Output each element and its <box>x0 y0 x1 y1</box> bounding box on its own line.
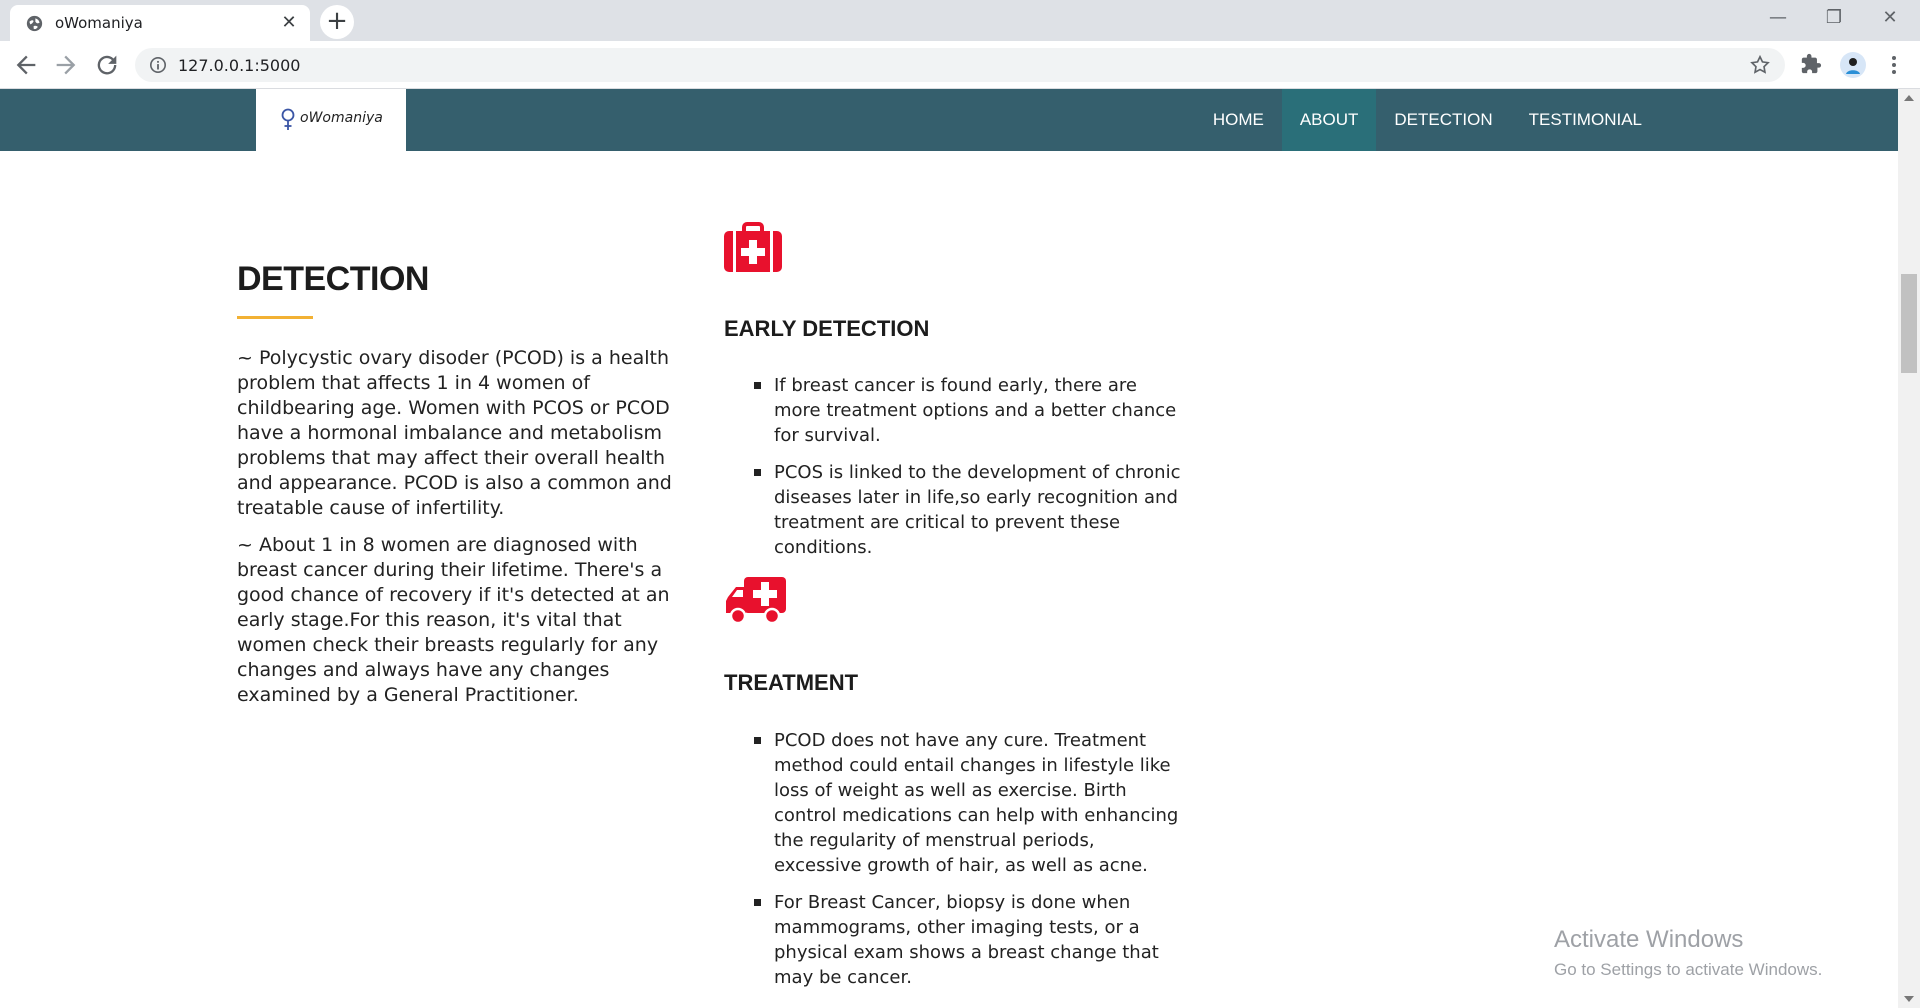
window-close-button[interactable]: ✕ <box>1862 4 1918 32</box>
tab-title: oWomaniya <box>55 14 143 32</box>
new-tab-button[interactable]: + <box>320 5 354 39</box>
scroll-up-arrow-icon[interactable] <box>1904 95 1914 101</box>
pcod-paragraph: ~ Polycystic ovary disoder (PCOD) is a h… <box>237 347 672 519</box>
main-menu: HOME ABOUT DETECTION TESTIMONIAL <box>1195 89 1660 151</box>
site-navbar: oWomaniya HOME ABOUT DETECTION TESTIMONI… <box>0 89 1898 151</box>
list-item: PCOD does not have any cure. Treatment m… <box>754 728 1184 878</box>
heading-underline <box>237 316 313 319</box>
breast-cancer-paragraph: ~ About 1 in 8 women are diagnosed with … <box>237 534 670 706</box>
nav-home[interactable]: HOME <box>1195 89 1282 151</box>
person-icon <box>1846 58 1860 74</box>
activate-windows-subtitle: Go to Settings to activate Windows. <box>1554 960 1823 979</box>
profile-avatar-icon[interactable] <box>1840 52 1866 78</box>
early-detection-list: If breast cancer is found early, there a… <box>754 373 1184 572</box>
scrollbar-thumb[interactable] <box>1901 274 1917 373</box>
ambulance-icon <box>726 577 786 625</box>
window-minimize-button[interactable]: — <box>1750 4 1806 32</box>
treatment-list: PCOD does not have any cure. Treatment m… <box>754 728 1184 1002</box>
info-icon[interactable] <box>149 56 167 74</box>
site-logo[interactable]: oWomaniya <box>256 89 406 151</box>
list-item: For Breast Cancer, biopsy is done when m… <box>754 890 1184 990</box>
nav-testimonial[interactable]: TESTIMONIAL <box>1511 89 1660 151</box>
window-restore-button[interactable]: ❐ <box>1806 4 1862 32</box>
tab-close-icon[interactable]: ✕ <box>278 12 300 34</box>
browser-tab[interactable]: oWomaniya ✕ <box>10 5 310 41</box>
scroll-down-arrow-icon[interactable] <box>1904 996 1914 1002</box>
logo-text: oWomaniya <box>300 110 383 126</box>
url-text[interactable]: 127.0.0.1:5000 <box>178 56 300 75</box>
browser-tabstrip: oWomaniya ✕ + — ❐ ✕ <box>0 0 1920 41</box>
nav-detection[interactable]: DETECTION <box>1376 89 1510 151</box>
globe-icon <box>26 15 43 32</box>
bookmark-star-icon[interactable] <box>1749 54 1771 76</box>
forward-arrow-icon[interactable] <box>52 51 80 79</box>
treatment-heading: TREATMENT <box>724 670 859 695</box>
reload-icon[interactable] <box>93 51 121 79</box>
medical-kit-icon <box>724 222 782 272</box>
list-item: If breast cancer is found early, there a… <box>754 373 1184 448</box>
page-scrollbar[interactable] <box>1898 89 1920 1008</box>
extensions-puzzle-icon[interactable] <box>1800 53 1822 75</box>
address-bar[interactable]: 127.0.0.1:5000 <box>135 48 1785 82</box>
detection-heading: DETECTION <box>237 260 429 298</box>
list-item: PCOS is linked to the development of chr… <box>754 460 1184 560</box>
activate-windows-title: Activate Windows <box>1554 926 1744 953</box>
early-detection-heading: EARLY DETECTION <box>724 316 930 341</box>
browser-toolbar: 127.0.0.1:5000 <box>0 41 1920 89</box>
back-arrow-icon[interactable] <box>12 51 40 79</box>
female-symbol-icon <box>281 108 295 130</box>
nav-about[interactable]: ABOUT <box>1281 89 1377 151</box>
browser-menu-kebab-icon[interactable] <box>1882 53 1906 77</box>
